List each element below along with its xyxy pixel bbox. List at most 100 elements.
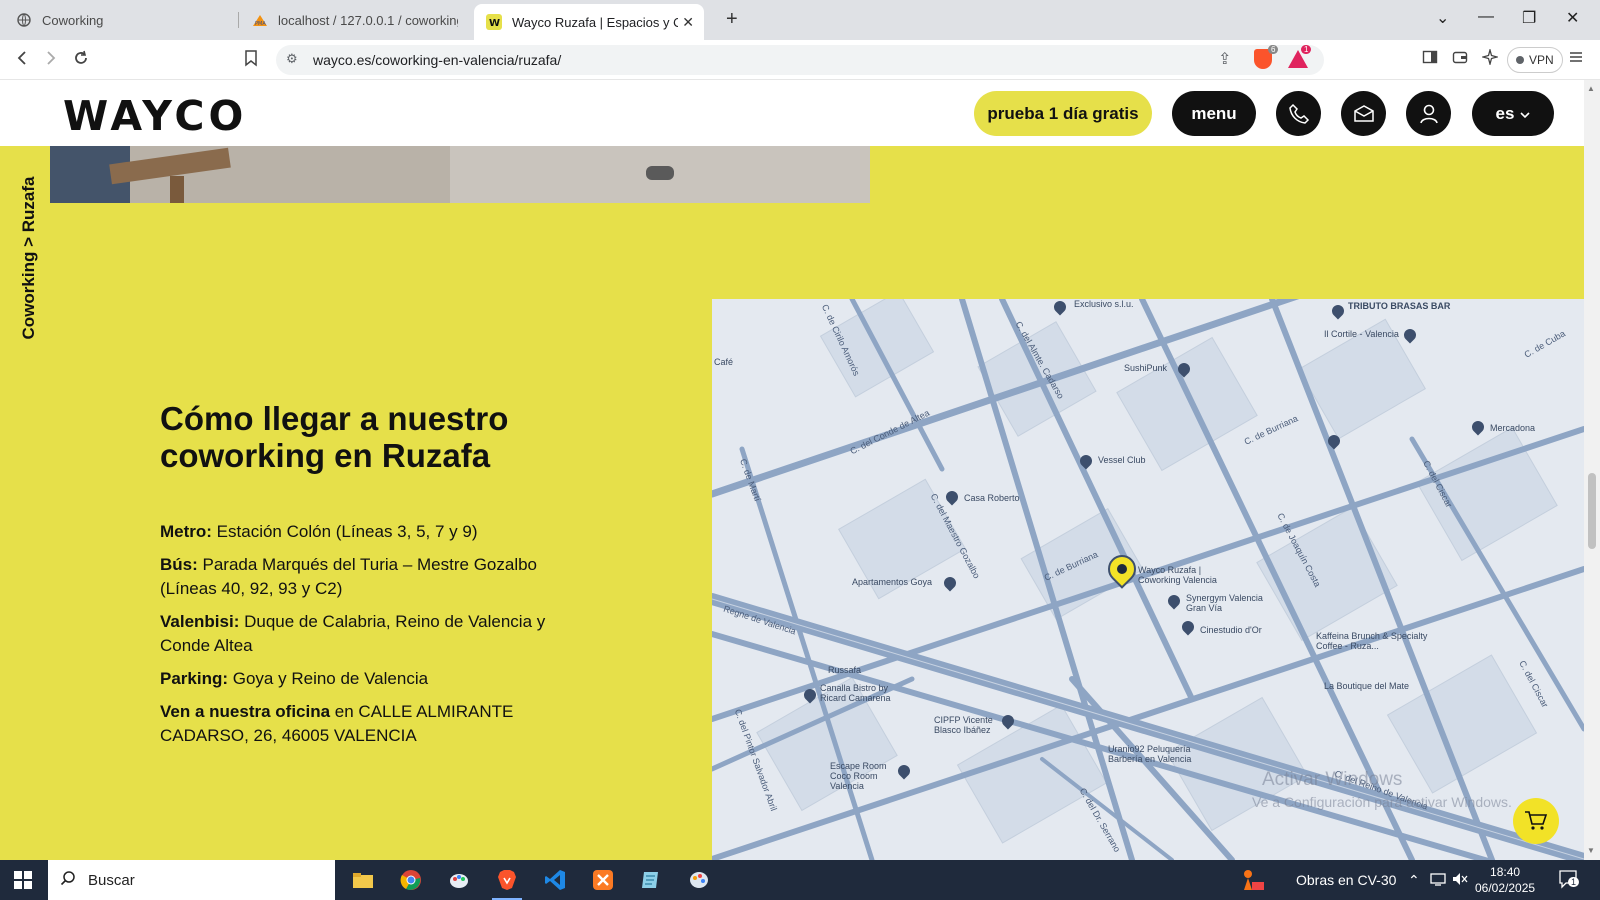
- address-bar[interactable]: ⚙ wayco.es/coworking-en-valencia/ruzafa/…: [276, 45, 1324, 75]
- section-title: Cómo llegar a nuestro coworking en Ruzaf…: [160, 400, 509, 474]
- map-place[interactable]: Escape Room Coco Room Valencia: [830, 761, 896, 791]
- map-place[interactable]: TRIBUTO BRASAS BAR: [1348, 301, 1450, 311]
- vscode-icon[interactable]: [540, 866, 570, 894]
- map-place[interactable]: Mercadona: [1490, 423, 1535, 433]
- brave-browser-icon[interactable]: [492, 866, 522, 900]
- chevron-down-icon: [1520, 104, 1531, 124]
- email-icon[interactable]: [1341, 91, 1386, 136]
- taskbar-search[interactable]: Buscar: [48, 860, 335, 900]
- directions-section: Cómo llegar a nuestro coworking en Ruzaf…: [160, 400, 560, 757]
- wayco-favicon: W: [486, 14, 502, 30]
- location-map[interactable]: Exclusivo s.l.u. TRIBUTO BRASAS BAR Il C…: [712, 299, 1584, 860]
- user-account-icon[interactable]: [1406, 91, 1451, 136]
- map-place[interactable]: La Boutique del Mate: [1324, 681, 1409, 691]
- shopping-cart-icon[interactable]: [1513, 798, 1559, 844]
- wayco-logo[interactable]: WAYCO: [63, 92, 247, 140]
- language-selector[interactable]: es: [1472, 91, 1554, 136]
- share-icon[interactable]: ⇪: [1218, 49, 1231, 69]
- map-place[interactable]: Café: [714, 357, 733, 367]
- site-settings-icon[interactable]: ⚙: [286, 51, 298, 67]
- system-clock[interactable]: 18:40 06/02/2025: [1475, 864, 1535, 896]
- bookmark-icon[interactable]: [244, 49, 258, 72]
- weather-alert-icon[interactable]: [1240, 868, 1266, 895]
- reload-icon[interactable]: [72, 49, 90, 72]
- paint-app-icon[interactable]: [444, 866, 474, 894]
- new-tab-button[interactable]: +: [726, 8, 738, 31]
- clock-time: 18:40: [1490, 865, 1521, 879]
- tab-phpmyadmin[interactable]: PMA localhost / 127.0.0.1 / coworking / …: [240, 0, 470, 40]
- tab-title: Coworking: [42, 12, 104, 28]
- close-tab-icon[interactable]: ✕: [682, 14, 694, 31]
- windows-start-icon[interactable]: [14, 871, 32, 894]
- palette-app-icon[interactable]: [684, 866, 714, 894]
- address-info: Ven a nuestra oficina en CALLE ALMIRANTE…: [160, 702, 514, 745]
- page-scrollbar[interactable]: ▲ ▼: [1584, 80, 1600, 860]
- map-place[interactable]: Exclusivo s.l.u.: [1074, 299, 1134, 309]
- browser-menu-icon[interactable]: [1568, 49, 1584, 70]
- tab-coworking[interactable]: Coworking: [4, 0, 236, 40]
- tab-separator: [238, 12, 239, 28]
- tab-title: localhost / 127.0.0.1 / coworking / u: [278, 12, 458, 28]
- scrollbar-thumb[interactable]: [1588, 473, 1596, 549]
- windows-activation-text: Ve a Configuración para activar Windows.: [1252, 794, 1512, 810]
- vpn-status-icon: [1516, 56, 1524, 64]
- map-place[interactable]: Vessel Club: [1098, 455, 1146, 465]
- search-placeholder: Buscar: [88, 871, 135, 889]
- volume-muted-icon[interactable]: [1452, 872, 1468, 889]
- tab-search-icon[interactable]: ⌄: [1436, 8, 1449, 28]
- minimize-icon[interactable]: —: [1478, 8, 1494, 26]
- chevron-up-icon[interactable]: ⌃: [1408, 872, 1420, 889]
- browser-toolbar: ⚙ wayco.es/coworking-en-valencia/ruzafa/…: [0, 40, 1600, 80]
- notification-count-badge: 1: [1568, 877, 1580, 887]
- notification-center-icon[interactable]: 1: [1558, 869, 1580, 892]
- tab-title: Wayco Ruzafa | Espacios y Ofici: [512, 14, 678, 30]
- map-place[interactable]: Il Cortile - Valencia: [1324, 329, 1399, 339]
- map-place[interactable]: Wayco Ruzafa | Coworking Valencia: [1138, 565, 1218, 585]
- back-icon[interactable]: [14, 49, 30, 72]
- rewards-count-badge: 1: [1301, 45, 1312, 54]
- forward-icon[interactable]: [43, 49, 59, 72]
- file-explorer-icon[interactable]: [348, 866, 378, 894]
- close-window-icon[interactable]: ✕: [1566, 8, 1579, 28]
- breadcrumb-text[interactable]: Coworking > Ruzafa: [19, 168, 39, 348]
- weather-text[interactable]: Obras en CV-30: [1296, 872, 1396, 888]
- notepad-icon[interactable]: [636, 866, 666, 894]
- parking-info: Parking: Goya y Reino de Valencia: [160, 669, 429, 688]
- wallet-icon[interactable]: [1452, 49, 1468, 70]
- restore-icon[interactable]: ❐: [1522, 8, 1536, 28]
- phone-icon[interactable]: [1276, 91, 1321, 136]
- map-place[interactable]: Canalla Bistro by Ricard Camarena: [820, 683, 900, 703]
- map-place[interactable]: Uranio92 Peluquería Barbería en Valencia: [1108, 744, 1198, 764]
- tab-wayco-ruzafa[interactable]: W Wayco Ruzafa | Espacios y Ofici ✕: [474, 4, 704, 40]
- browser-tab-bar: Coworking PMA localhost / 127.0.0.1 / co…: [0, 0, 1600, 40]
- sidebar-toggle-icon[interactable]: [1422, 49, 1438, 70]
- map-place[interactable]: Cinestudio d'Or: [1200, 625, 1262, 635]
- map-place[interactable]: CIPFP Vicente Blasco Ibáñez: [934, 715, 1004, 735]
- scroll-up-icon[interactable]: ▲: [1587, 84, 1595, 93]
- phpmyadmin-icon: PMA: [252, 12, 268, 28]
- free-trial-button[interactable]: prueba 1 día gratis: [974, 91, 1152, 136]
- menu-button[interactable]: menu: [1172, 91, 1256, 136]
- scroll-down-icon[interactable]: ▼: [1587, 846, 1595, 855]
- xampp-icon[interactable]: [588, 866, 618, 894]
- map-place[interactable]: Apartamentos Goya: [852, 577, 932, 587]
- chrome-icon[interactable]: [396, 866, 426, 894]
- map-place[interactable]: Synergym Valencia Gran Vía: [1186, 593, 1266, 613]
- vpn-button[interactable]: VPN: [1507, 47, 1563, 73]
- valenbisi-info: Valenbisi: Duque de Calabria, Reino de V…: [160, 612, 546, 655]
- windows-activation-title: Activar Windows: [1262, 769, 1403, 790]
- url-text[interactable]: wayco.es/coworking-en-valencia/ruzafa/: [313, 52, 561, 68]
- coworking-photo: [50, 146, 870, 203]
- page-viewport: WAYCO prueba 1 día gratis menu es Cowork…: [0, 80, 1600, 860]
- map-place[interactable]: SushiPunk: [1124, 363, 1167, 373]
- map-place[interactable]: Kaffeina Brunch & Specialty Coffee - Ruz…: [1316, 631, 1436, 651]
- svg-text:W: W: [489, 18, 500, 29]
- search-icon: [60, 870, 76, 891]
- metro-info: Metro: Estación Colón (Líneas 3, 5, 7 y …: [160, 522, 478, 541]
- network-icon[interactable]: [1430, 872, 1446, 889]
- language-label: es: [1495, 103, 1515, 123]
- clock-date: 06/02/2025: [1475, 881, 1536, 895]
- map-place[interactable]: Russafa: [828, 665, 861, 675]
- leo-ai-icon[interactable]: [1480, 47, 1500, 70]
- map-place[interactable]: Casa Roberto: [964, 493, 1020, 503]
